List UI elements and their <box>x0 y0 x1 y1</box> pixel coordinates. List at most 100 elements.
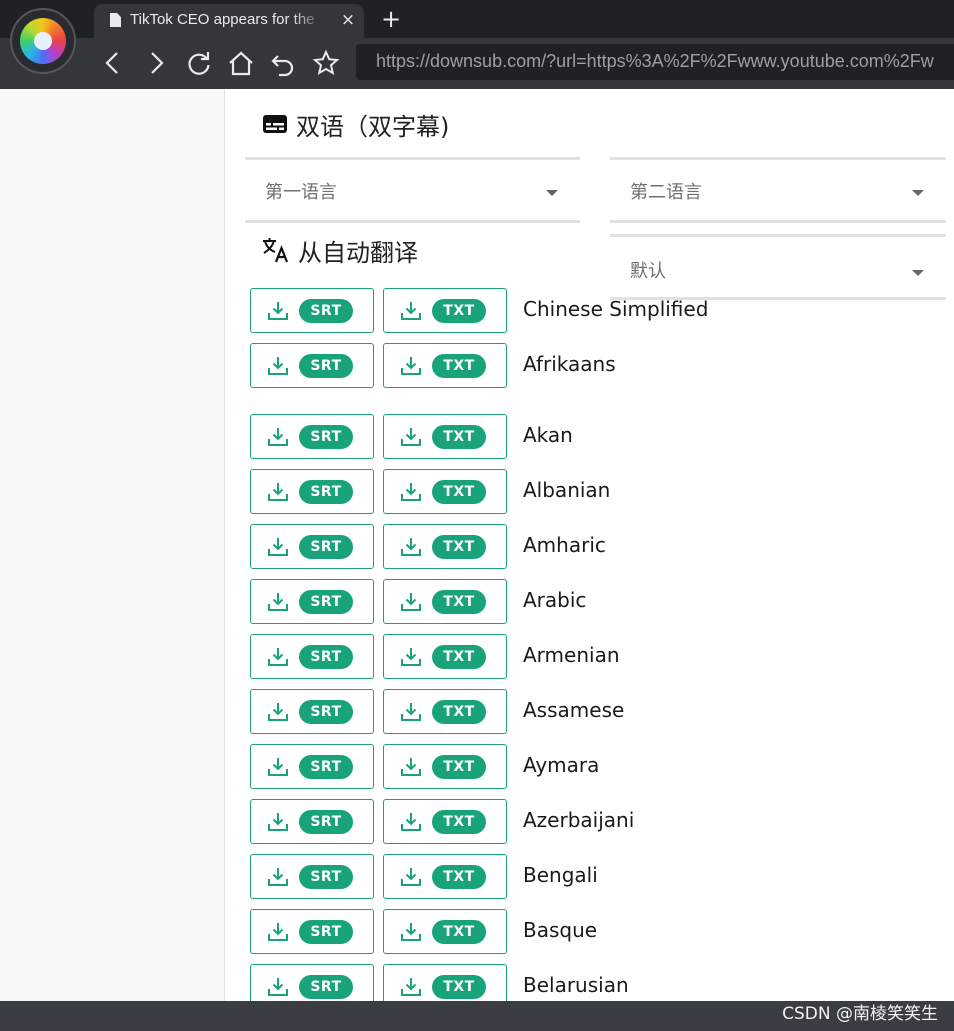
download-srt-button[interactable]: SRT <box>250 744 374 789</box>
new-tab-button[interactable]: + <box>378 6 404 32</box>
auto-translate-title: 从自动翻译 <box>298 238 418 267</box>
download-srt-button[interactable]: SRT <box>250 414 374 459</box>
download-txt-button[interactable]: TXT <box>383 854 507 899</box>
download-txt-button[interactable]: TXT <box>383 634 507 679</box>
txt-badge: TXT <box>432 299 486 323</box>
language-name: Arabic <box>523 588 587 612</box>
chevron-right-icon <box>151 52 164 74</box>
txt-badge: TXT <box>432 865 486 889</box>
srt-badge: SRT <box>299 535 353 559</box>
download-txt-button[interactable]: TXT <box>383 744 507 789</box>
language-row: SRT TXT Arabic <box>250 579 950 624</box>
undo-close-button[interactable] <box>268 48 298 78</box>
home-button[interactable] <box>226 48 256 78</box>
first-language-placeholder: 第一语言 <box>265 182 337 203</box>
download-srt-button[interactable]: SRT <box>250 524 374 569</box>
default-option: 默认 <box>630 261 666 282</box>
document-icon <box>110 13 121 27</box>
download-txt-button[interactable]: TXT <box>383 799 507 844</box>
download-icon <box>401 302 421 320</box>
download-txt-button[interactable]: TXT <box>383 343 507 388</box>
download-txt-button[interactable]: TXT <box>383 689 507 734</box>
reload-button[interactable] <box>184 48 214 78</box>
download-txt-button[interactable]: TXT <box>383 469 507 514</box>
language-name: Aymara <box>523 753 600 777</box>
srt-badge: SRT <box>299 755 353 779</box>
language-row: SRT TXT Armenian <box>250 634 950 679</box>
subtitles-icon <box>263 115 287 133</box>
language-row: SRT TXT Albanian <box>250 469 950 514</box>
download-srt-button[interactable]: SRT <box>250 343 374 388</box>
download-icon <box>401 538 421 556</box>
language-row: SRT TXT Basque <box>250 909 950 954</box>
language-name: Basque <box>523 918 598 942</box>
download-icon <box>268 302 288 320</box>
language-row: SRT TXT Afrikaans <box>250 343 950 388</box>
download-txt-button[interactable]: TXT <box>383 909 507 954</box>
download-txt-button[interactable]: TXT <box>383 579 507 624</box>
forward-button[interactable] <box>141 48 171 78</box>
download-icon <box>268 593 288 611</box>
download-srt-button[interactable]: SRT <box>250 854 374 899</box>
download-txt-button[interactable]: TXT <box>383 414 507 459</box>
download-srt-button[interactable]: SRT <box>250 909 374 954</box>
bookmark-button[interactable] <box>311 48 341 78</box>
left-gutter <box>0 89 225 1001</box>
language-row: SRT TXT Chinese Simplified <box>250 288 950 333</box>
download-icon <box>268 813 288 831</box>
language-row: SRT TXT Akan <box>250 414 950 459</box>
browser-logo-icon[interactable] <box>10 8 76 74</box>
txt-badge: TXT <box>432 920 486 944</box>
language-name: Afrikaans <box>523 352 616 376</box>
language-name: Amharic <box>523 533 606 557</box>
download-icon <box>268 538 288 556</box>
download-icon <box>268 357 288 375</box>
undo-icon <box>271 55 294 77</box>
txt-badge: TXT <box>432 425 486 449</box>
caret-down-icon <box>912 270 924 276</box>
txt-badge: TXT <box>432 645 486 669</box>
download-icon <box>401 813 421 831</box>
txt-badge: TXT <box>432 975 486 999</box>
language-name: Assamese <box>523 698 625 722</box>
caret-down-icon <box>912 190 924 196</box>
srt-badge: SRT <box>299 975 353 999</box>
srt-badge: SRT <box>299 810 353 834</box>
download-srt-button[interactable]: SRT <box>250 634 374 679</box>
download-icon <box>401 758 421 776</box>
active-tab[interactable]: TikTok CEO appears for the × <box>94 4 364 38</box>
download-icon <box>401 703 421 721</box>
srt-badge: SRT <box>299 590 353 614</box>
second-language-select[interactable]: 第二语言 <box>610 157 946 223</box>
download-icon <box>268 483 288 501</box>
srt-badge: SRT <box>299 865 353 889</box>
download-icon <box>401 978 421 996</box>
language-name: Chinese Simplified <box>523 297 709 321</box>
download-icon <box>268 648 288 666</box>
tab-close-icon[interactable]: × <box>338 9 358 31</box>
download-icon <box>268 428 288 446</box>
srt-badge: SRT <box>299 920 353 944</box>
back-button[interactable] <box>98 48 128 78</box>
download-icon <box>401 483 421 501</box>
tab-title: TikTok CEO appears for the <box>130 11 315 28</box>
star-icon <box>312 49 340 76</box>
download-icon <box>401 868 421 886</box>
address-bar[interactable]: https://downsub.com/?url=https%3A%2F%2Fw… <box>356 44 954 80</box>
download-txt-button[interactable]: TXT <box>383 524 507 569</box>
srt-badge: SRT <box>299 480 353 504</box>
download-srt-button[interactable]: SRT <box>250 469 374 514</box>
download-srt-button[interactable]: SRT <box>250 579 374 624</box>
download-icon <box>401 593 421 611</box>
txt-badge: TXT <box>432 535 486 559</box>
download-srt-button[interactable]: SRT <box>250 799 374 844</box>
srt-badge: SRT <box>299 354 353 378</box>
language-name: Bengali <box>523 863 598 887</box>
language-row: SRT TXT Assamese <box>250 689 950 734</box>
first-language-select[interactable]: 第一语言 <box>245 157 580 223</box>
download-srt-button[interactable]: SRT <box>250 288 374 333</box>
download-srt-button[interactable]: SRT <box>250 689 374 734</box>
download-txt-button[interactable]: TXT <box>383 288 507 333</box>
download-icon <box>268 703 288 721</box>
srt-badge: SRT <box>299 425 353 449</box>
